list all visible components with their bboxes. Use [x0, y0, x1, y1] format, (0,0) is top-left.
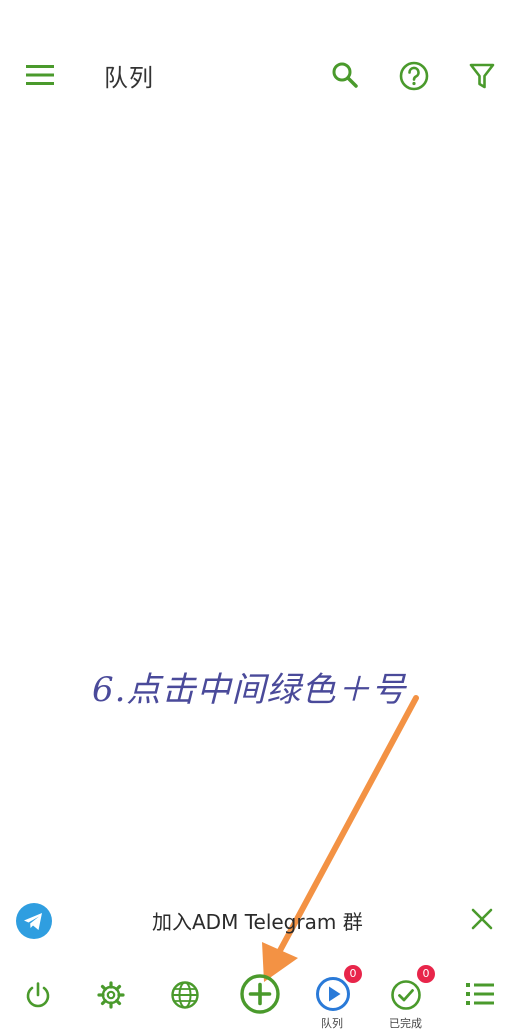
check-icon: [390, 979, 422, 1011]
queue-tab-label: 队列: [321, 1017, 343, 1030]
search-icon[interactable]: [331, 61, 359, 89]
queue-count-badge: 0: [344, 965, 362, 983]
help-icon[interactable]: [398, 60, 430, 92]
top-app-bar: [0, 0, 517, 150]
queue-tab[interactable]: [315, 976, 351, 1012]
menu-icon[interactable]: [26, 63, 54, 87]
telegram-banner-text[interactable]: 加入ADM Telegram 群: [152, 906, 363, 935]
completed-count-badge: 0: [417, 965, 435, 983]
list-icon[interactable]: [466, 981, 494, 1007]
gear-icon[interactable]: [96, 980, 126, 1010]
page-title: 队列: [104, 64, 154, 92]
telegram-icon[interactable]: [16, 903, 52, 939]
play-icon: [315, 976, 351, 1012]
close-icon[interactable]: [470, 907, 494, 931]
completed-tab-label: 已完成: [389, 1017, 422, 1030]
filter-icon[interactable]: [469, 62, 495, 90]
arrow-annotation: [250, 690, 430, 990]
power-icon[interactable]: [24, 981, 52, 1009]
globe-icon[interactable]: [170, 980, 200, 1010]
add-icon[interactable]: [239, 973, 281, 1015]
completed-tab[interactable]: [390, 979, 422, 1011]
